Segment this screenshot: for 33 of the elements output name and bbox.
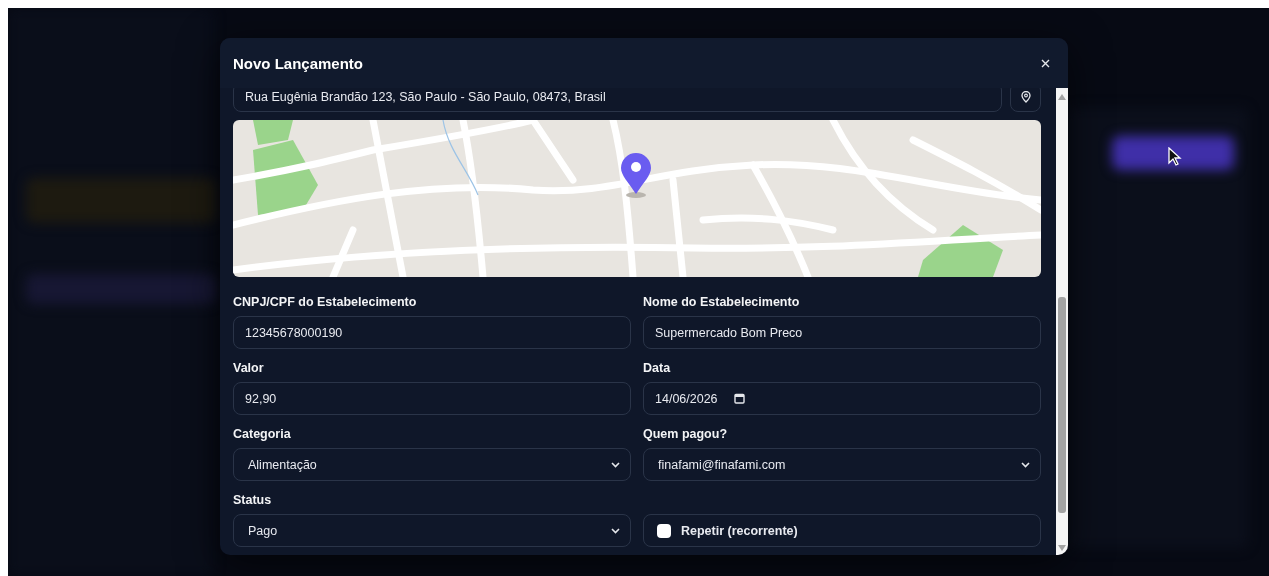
text-input[interactable]: Supermercado Bom Preco	[643, 316, 1041, 349]
select-dropdown[interactable]: Pago	[233, 514, 631, 547]
close-icon	[1041, 58, 1050, 68]
field-label: Categoria	[233, 426, 292, 442]
field-label: Valor	[233, 360, 265, 376]
select-dropdown[interactable]: finafami@finafami.com	[643, 448, 1041, 481]
field-label: Nome do Estabelecimento	[643, 294, 801, 310]
chevron-down-icon	[611, 527, 620, 534]
scroll-down-icon[interactable]	[1058, 545, 1066, 551]
dialog-title: Novo Lançamento	[233, 54, 364, 72]
calendar-icon[interactable]	[733, 393, 745, 404]
scroll-up-icon[interactable]	[1058, 94, 1066, 100]
field-label: Quem pagou?	[643, 426, 729, 442]
field-label: Data	[643, 360, 672, 376]
checkbox-label: Repetir (recorrente)	[681, 523, 798, 538]
map-drawing[interactable]	[233, 120, 1041, 277]
locate-button[interactable]	[1010, 88, 1041, 112]
scrollbar-thumb[interactable]	[1058, 297, 1066, 513]
checkbox[interactable]	[657, 523, 671, 538]
chevron-down-icon	[1021, 461, 1030, 468]
text-input[interactable]: 92,90	[233, 382, 631, 415]
chevron-down-icon	[611, 461, 620, 468]
address-input[interactable]: Rua Eugênia Brandão 123, São Paulo - São Paulo, 08473, Brasil	[233, 88, 1002, 112]
map-pin-icon	[1020, 91, 1031, 103]
scrollbar[interactable]	[1056, 88, 1068, 555]
location-pin-icon	[621, 153, 651, 198]
date-input[interactable]: 14/06/2026	[643, 382, 1041, 415]
field-label: Status	[233, 492, 273, 508]
select-dropdown[interactable]: Alimentação	[233, 448, 631, 481]
text-input[interactable]: 12345678000190	[233, 316, 631, 349]
field-label: CNPJ/CPF do Estabelecimento	[233, 294, 418, 310]
cursor-icon	[1168, 147, 1182, 167]
recurring-checkbox-row[interactable]: Repetir (recorrente)	[643, 514, 1041, 547]
